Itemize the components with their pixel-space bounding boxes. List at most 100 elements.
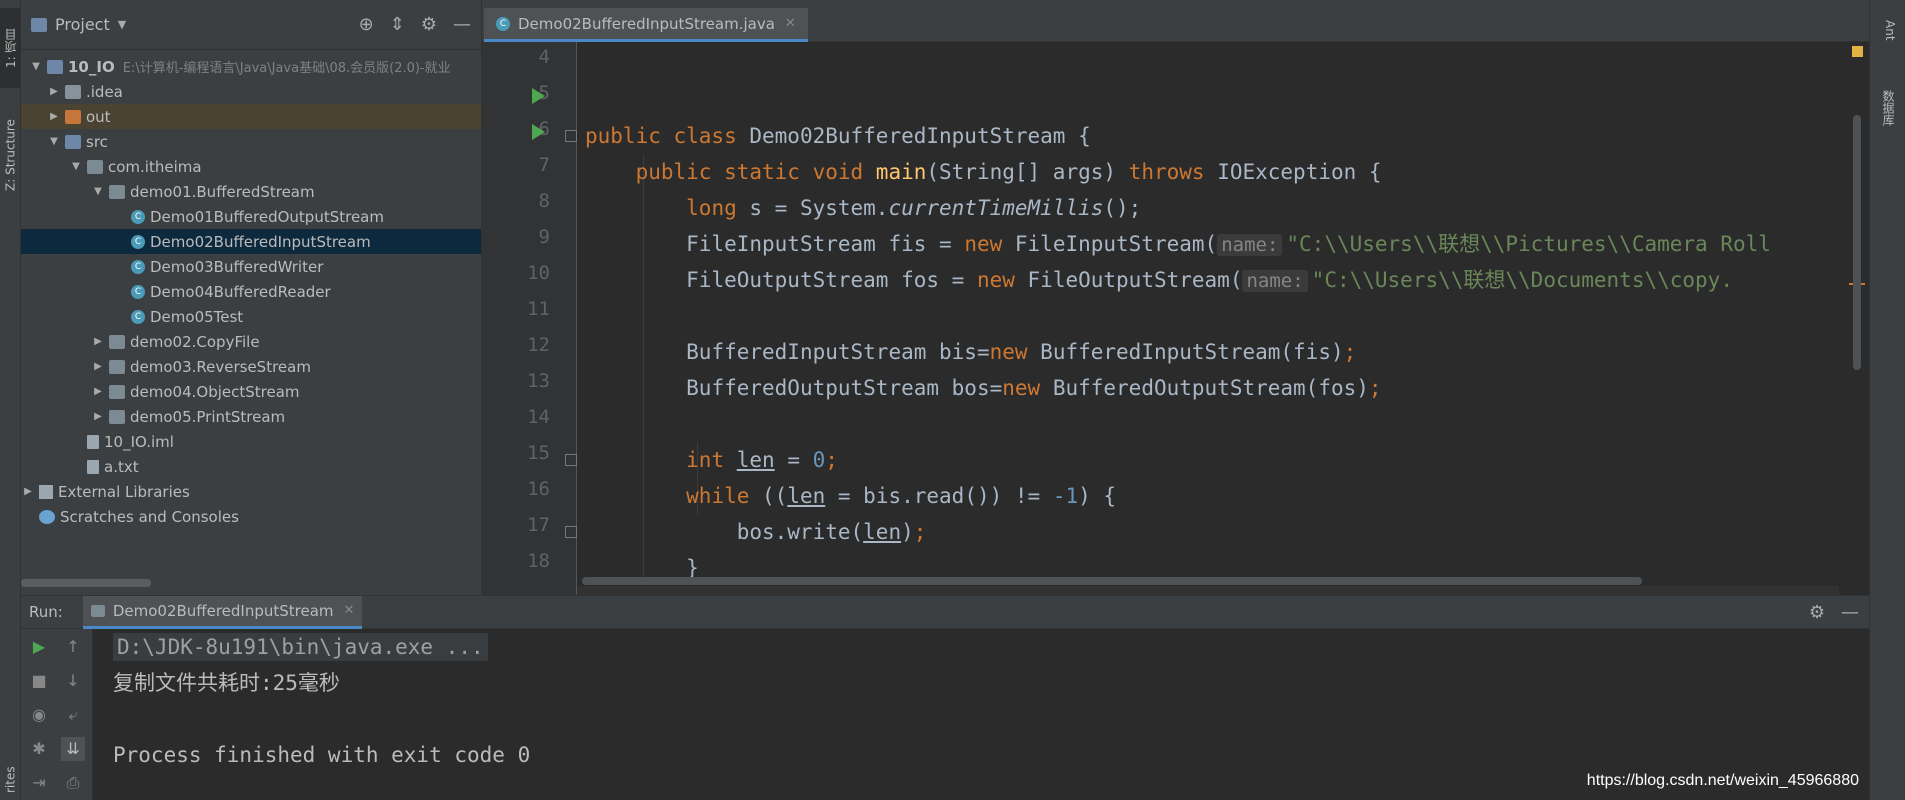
chevron-right-icon[interactable]: ▶	[47, 86, 61, 97]
tree-item-file[interactable]: 10_IO.iml	[21, 429, 481, 454]
code-line-16: bos.write(len);	[736, 520, 927, 544]
tree-item-src[interactable]: ▼ src	[21, 129, 481, 154]
close-icon[interactable]: ✕	[785, 16, 796, 31]
tool-tab-favorites[interactable]: rites	[0, 760, 21, 800]
tree-item-package[interactable]: ▶ demo04.ObjectStream	[21, 379, 481, 404]
code-line-15: while ((len = bis.read()) != -1) {	[686, 484, 1117, 508]
tree-item-out[interactable]: ▶ out	[21, 104, 481, 129]
project-panel: Project ▼ ⊕ ⇕ ⚙ — ▼ 10_IO E:\计算机-编程语言\Jav…	[21, 0, 482, 595]
package-icon	[109, 409, 125, 424]
fold-icon[interactable]	[565, 526, 577, 538]
chevron-right-icon[interactable]: ▶	[91, 386, 105, 397]
rerun-icon[interactable]: ▶	[27, 635, 51, 659]
tree-item-class[interactable]: C Demo03BufferedWriter	[21, 254, 481, 279]
warning-marker[interactable]	[1852, 46, 1863, 57]
run-toolbar: ▶ ↑ ■ ↓ ◉ ⤶ ✱ ⇊ ⇥ ⎙	[21, 629, 93, 800]
up-arrow-icon[interactable]: ↑	[61, 635, 85, 659]
chevron-right-icon[interactable]: ▶	[21, 486, 35, 497]
line-number: 14	[527, 406, 550, 428]
tree-item-external-libraries[interactable]: ▶ External Libraries	[21, 479, 481, 504]
chevron-right-icon[interactable]: ▶	[91, 336, 105, 347]
tool-tab-ant[interactable]: Ant	[1883, 20, 1897, 41]
close-icon[interactable]: ✕	[344, 603, 355, 618]
run-class-icon[interactable]	[532, 88, 545, 104]
line-number: 8	[538, 190, 550, 212]
gear-icon[interactable]: ⚙	[1809, 602, 1825, 623]
source-folder-icon	[65, 134, 81, 149]
run-panel: Run: Demo02BufferedInputStream ✕ ⚙ — ▶ ↑…	[21, 595, 1869, 800]
code-line-6: public static void main(String[] args) t…	[635, 160, 1382, 184]
run-main-icon[interactable]	[532, 124, 545, 140]
fold-icon[interactable]	[565, 454, 577, 466]
project-horizontal-scrollbar[interactable]	[21, 579, 151, 587]
tree-item-class[interactable]: C Demo04BufferedReader	[21, 279, 481, 304]
run-tab[interactable]: Demo02BufferedInputStream ✕	[82, 595, 363, 629]
code-line-7: long s = System.currentTimeMillis();	[686, 196, 1142, 220]
line-number: 15	[527, 442, 550, 464]
tree-item-file[interactable]: a.txt	[21, 454, 481, 479]
scratches-icon	[39, 509, 55, 524]
chevron-right-icon[interactable]: ▶	[91, 361, 105, 372]
gear-icon[interactable]: ⚙	[421, 14, 437, 35]
locate-icon[interactable]: ⊕	[359, 14, 374, 35]
tree-item-module[interactable]: ▼ 10_IO E:\计算机-编程语言\Java\Java基础\08.会员版(2.…	[21, 54, 481, 79]
chevron-right-icon[interactable]: ▶	[91, 411, 105, 422]
tree-item-package[interactable]: ▶ demo03.ReverseStream	[21, 354, 481, 379]
parameter-hint: name:	[1242, 270, 1308, 292]
tree-item-package[interactable]: ▼ demo01.BufferedStream	[21, 179, 481, 204]
tree-item-package[interactable]: ▶ demo05.PrintStream	[21, 404, 481, 429]
code-area[interactable]: public class Demo02BufferedInputStream {…	[577, 42, 1839, 595]
folder-icon	[65, 84, 81, 99]
down-arrow-icon[interactable]: ↓	[61, 669, 85, 693]
tree-item-package[interactable]: ▶ demo02.CopyFile	[21, 329, 481, 354]
tool-tab-database[interactable]: 数据库	[1880, 90, 1897, 126]
tree-item-class[interactable]: C Demo05Test	[21, 304, 481, 329]
soft-wrap-icon[interactable]: ⤶	[61, 703, 85, 727]
project-tree: ▼ 10_IO E:\计算机-编程语言\Java\Java基础\08.会员版(2.…	[21, 50, 481, 529]
console-line: 复制文件共耗时:25毫秒	[113, 671, 340, 695]
editor-horizontal-scrollbar[interactable]	[582, 577, 1642, 585]
chevron-right-icon[interactable]: ▶	[47, 111, 61, 122]
login-icon[interactable]: ⇥	[27, 771, 51, 795]
tool-tab-structure[interactable]: Z: Structure	[0, 100, 21, 210]
tree-item-scratches[interactable]: Scratches and Consoles	[21, 504, 481, 529]
code-line-18-current	[577, 586, 1839, 595]
java-class-icon: C	[131, 209, 145, 224]
chevron-down-icon[interactable]: ▼	[118, 18, 126, 31]
java-class-icon: C	[496, 16, 510, 31]
fold-icon[interactable]	[565, 130, 577, 142]
code-line-12: BufferedOutputStream bos=new BufferedOut…	[686, 376, 1382, 400]
print-icon[interactable]: ⎙	[61, 771, 85, 795]
line-number: 18	[527, 550, 550, 572]
console-line: Process finished with exit code 0	[113, 743, 531, 767]
tree-item-class[interactable]: C Demo01BufferedOutputStream	[21, 204, 481, 229]
minimize-icon[interactable]: —	[1841, 602, 1859, 623]
settings-icon[interactable]: ✱	[27, 737, 51, 761]
text-file-icon	[87, 459, 99, 474]
tool-tab-project[interactable]: 1: 项目	[0, 8, 21, 88]
tree-item-class-selected[interactable]: C Demo02BufferedInputStream	[21, 229, 481, 254]
minimize-icon[interactable]: —	[453, 14, 471, 35]
chevron-down-icon[interactable]: ▼	[29, 61, 43, 72]
line-number: 13	[527, 370, 550, 392]
project-title[interactable]: Project	[55, 15, 110, 34]
java-class-icon: C	[131, 234, 145, 249]
package-icon	[109, 384, 125, 399]
chevron-down-icon[interactable]: ▼	[69, 161, 83, 172]
chevron-down-icon[interactable]: ▼	[47, 136, 61, 147]
editor-tab-active[interactable]: C Demo02BufferedInputStream.java ✕	[484, 8, 808, 42]
stop-icon[interactable]: ■	[27, 669, 51, 693]
camera-icon[interactable]: ◉	[27, 703, 51, 727]
editor-vertical-scrollbar[interactable]	[1853, 115, 1861, 370]
chevron-down-icon[interactable]: ▼	[91, 186, 105, 197]
package-icon	[109, 184, 125, 199]
collapse-icon[interactable]: ⇕	[390, 14, 405, 35]
module-folder-icon	[47, 59, 63, 74]
tree-item-package[interactable]: ▼ com.itheima	[21, 154, 481, 179]
editor-tab-bar: C Demo02BufferedInputStream.java ✕	[482, 0, 1869, 42]
line-number: 16	[527, 478, 550, 500]
tree-item-idea[interactable]: ▶ .idea	[21, 79, 481, 104]
folder-icon	[65, 109, 81, 124]
scroll-to-end-icon[interactable]: ⇊	[61, 737, 85, 761]
